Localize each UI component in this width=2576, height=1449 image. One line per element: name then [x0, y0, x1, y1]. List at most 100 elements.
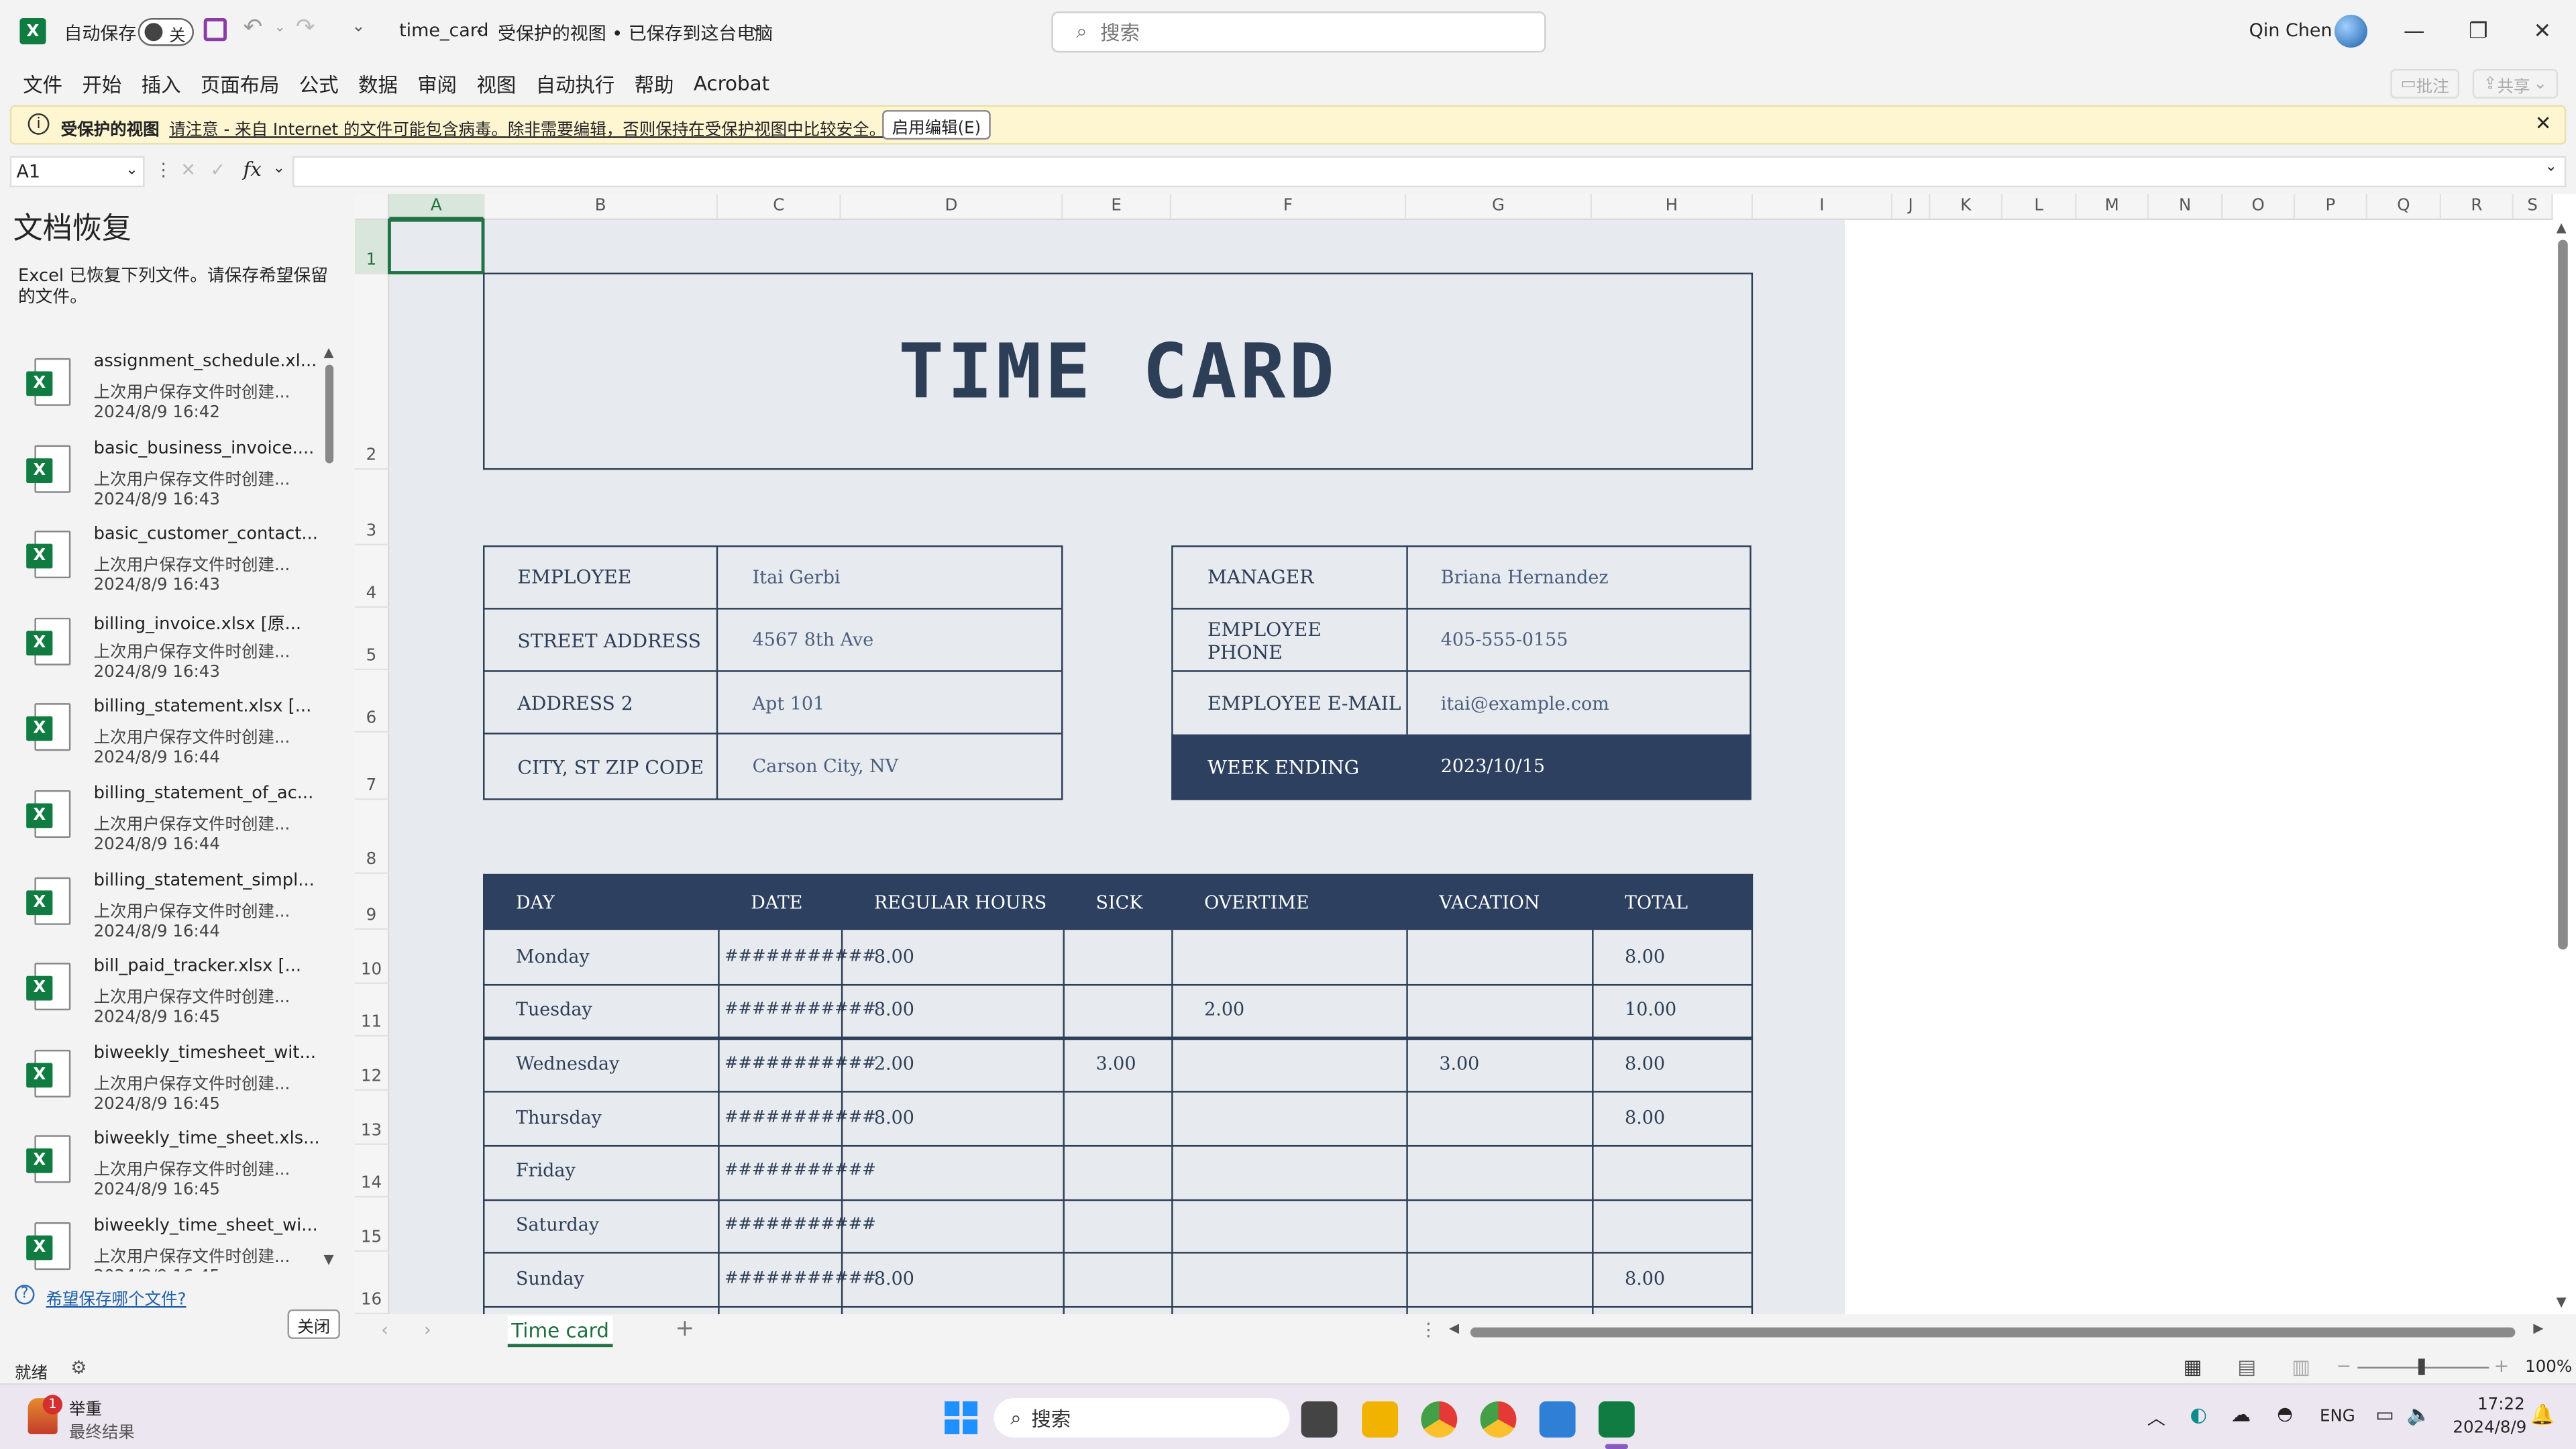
info-value[interactable]: itai@example.com	[1441, 672, 1745, 735]
table-cell[interactable]: 8.00	[874, 983, 914, 1036]
recovery-file-item[interactable]: Xbilling_statement_of_ac... 上次用户保存文件时创建..…	[23, 784, 329, 871]
name-box[interactable]: A1 ⌄	[9, 156, 145, 188]
info-value[interactable]: Briana Hernandez	[1441, 545, 1745, 608]
language-indicator[interactable]: ENG	[2320, 1408, 2355, 1426]
table-cell[interactable]: 3.00	[1095, 1037, 1136, 1089]
zoom-out-icon[interactable]: −	[2336, 1355, 2351, 1377]
table-cell[interactable]: Saturday	[516, 1199, 599, 1251]
table-cell[interactable]: ###########	[724, 1252, 876, 1305]
row-header[interactable]: 16	[354, 1252, 390, 1315]
table-cell[interactable]: Tuesday	[516, 983, 592, 1036]
tab-view[interactable]: 视图	[476, 70, 516, 98]
column-header[interactable]: E	[1063, 193, 1172, 221]
recovery-file-item[interactable]: Xbilling_statement_simpl... 上次用户保存文件时创建..…	[23, 870, 329, 957]
save-icon[interactable]	[203, 17, 227, 42]
edge-icon[interactable]: ◐	[2190, 1403, 2208, 1426]
formula-input[interactable]	[292, 156, 2567, 188]
protected-view-message[interactable]: 请注意 - 来自 Internet 的文件可能包含病毒。除非需要编辑，否则保持在…	[169, 115, 885, 140]
recovery-file-item[interactable]: Xbilling_invoice.xlsx [原... 上次用户保存文件时创建..…	[23, 611, 329, 698]
vscode-icon[interactable]	[1539, 1401, 1576, 1438]
user-name[interactable]: Qin Chen	[2249, 19, 2332, 41]
table-cell[interactable]: Friday	[516, 1144, 576, 1197]
tab-insert[interactable]: 插入	[142, 70, 181, 98]
row-header[interactable]: 9	[354, 873, 390, 930]
info-value[interactable]: 4567 8th Ave	[753, 608, 1057, 671]
info-value[interactable]: Carson City, NV	[753, 735, 1057, 798]
row-header[interactable]: 10	[354, 930, 390, 984]
prev-sheet-icon[interactable]: ‹	[381, 1320, 388, 1341]
recovery-file-item[interactable]: Xbill_paid_tracker.xlsx [... 上次用户保存文件时创建.…	[23, 957, 329, 1044]
tab-formulas[interactable]: 公式	[299, 70, 339, 98]
comments-button[interactable]: ▭ 批注	[2390, 68, 2460, 99]
column-header[interactable]: B	[484, 193, 718, 221]
row-header[interactable]: 15	[354, 1197, 390, 1252]
accessibility-icon[interactable]: ⚙	[70, 1357, 87, 1379]
row-header[interactable]: 13	[354, 1091, 390, 1145]
table-cell[interactable]: ###########	[724, 1199, 876, 1251]
tray-app-icon[interactable]: ◓	[2277, 1403, 2293, 1424]
close-recovery-button[interactable]: 关闭	[287, 1309, 340, 1339]
enter-icon[interactable]: ✓	[210, 160, 225, 181]
info-value[interactable]: 405-555-0155	[1441, 608, 1745, 671]
chevron-up-icon[interactable]: ︿	[2147, 1405, 2165, 1431]
row-header[interactable]: 5	[354, 608, 390, 671]
vertical-scrollbar[interactable]: ▲ ▼	[2553, 220, 2573, 1314]
row-header[interactable]: 2	[354, 274, 390, 470]
row-header[interactable]: 11	[354, 983, 390, 1037]
chrome-profile-icon[interactable]	[1480, 1401, 1517, 1438]
column-header[interactable]: I	[1753, 193, 1893, 221]
table-cell[interactable]: Monday	[516, 930, 590, 982]
table-cell[interactable]: 8.00	[874, 930, 914, 982]
table-cell[interactable]: ###########	[724, 983, 876, 1036]
add-sheet-icon[interactable]: +	[676, 1316, 695, 1342]
tab-file[interactable]: 文件	[23, 70, 62, 98]
table-cell[interactable]: 10.00	[1625, 983, 1676, 1036]
column-header[interactable]: A	[389, 193, 485, 221]
table-cell[interactable]: ###########	[724, 1037, 876, 1089]
column-header[interactable]: G	[1406, 193, 1593, 221]
column-header[interactable]: F	[1171, 193, 1407, 221]
recovery-scrollbar[interactable]: ▲ ▼	[323, 345, 337, 1275]
table-cell[interactable]: ###########	[724, 1091, 876, 1143]
column-header[interactable]: H	[1592, 193, 1754, 221]
row-header[interactable]: 6	[354, 670, 390, 733]
tab-page-layout[interactable]: 页面布局	[201, 70, 280, 98]
recovery-file-item[interactable]: Xbasic_customer_contact... 上次用户保存文件时创建...…	[23, 525, 329, 612]
cancel-icon[interactable]: ✕	[180, 160, 196, 181]
row-header[interactable]: 12	[354, 1036, 390, 1091]
active-cell-a1[interactable]	[387, 218, 485, 274]
table-cell[interactable]: 8.00	[1625, 1252, 1665, 1305]
task-view-icon[interactable]	[1301, 1401, 1338, 1438]
undo-dropdown-icon[interactable]: ⌄	[274, 19, 285, 34]
table-cell[interactable]: 8.00	[874, 1252, 914, 1305]
table-cell[interactable]: 8.00	[874, 1091, 914, 1143]
undo-icon[interactable]: ↶	[243, 15, 262, 41]
table-cell[interactable]: Sunday	[516, 1252, 584, 1305]
chevron-down-icon[interactable]: ⌄	[749, 18, 763, 36]
row-header[interactable]: 8	[354, 800, 390, 874]
page-layout-view-icon[interactable]: ▤	[2238, 1355, 2257, 1378]
page-break-view-icon[interactable]: ▥	[2292, 1355, 2310, 1378]
column-header[interactable]: N	[2149, 193, 2223, 221]
recovery-file-item[interactable]: Xbilling_statement.xlsx [... 上次用户保存文件时创建.…	[23, 697, 329, 784]
info-value[interactable]: Apt 101	[753, 672, 1057, 735]
minimize-icon[interactable]: —	[2382, 0, 2447, 62]
search-box[interactable]: ⌕ 搜索	[1051, 11, 1546, 53]
zoom-in-icon[interactable]: +	[2494, 1355, 2510, 1377]
recovery-file-item[interactable]: Xbasic_business_invoice.... 上次用户保存文件时创建..…	[23, 438, 329, 525]
info-value[interactable]: Itai Gerbi	[753, 545, 1057, 608]
table-cell[interactable]: Thursday	[516, 1091, 602, 1143]
column-header[interactable]: C	[718, 193, 841, 221]
column-header[interactable]: O	[2222, 193, 2296, 221]
customize-toolbar-icon[interactable]: ⌄	[352, 18, 366, 36]
sheet-tab-time-card[interactable]: Time card	[507, 1316, 613, 1348]
recovery-file-item[interactable]: Xbiweekly_time_sheet.xls... 上次用户保存文件时创建..…	[23, 1129, 329, 1216]
next-sheet-icon[interactable]: ›	[424, 1320, 431, 1341]
recovery-file-item[interactable]: Xassignment_schedule.xl... 上次用户保存文件时创建...…	[23, 352, 329, 439]
redo-icon[interactable]: ↷	[296, 15, 315, 41]
tab-data[interactable]: 数据	[358, 70, 398, 98]
tab-acrobat[interactable]: Acrobat	[694, 72, 769, 95]
which-file-help-link[interactable]: 希望保存哪个文件?	[46, 1285, 186, 1309]
column-header[interactable]: K	[1930, 193, 2003, 221]
tab-review[interactable]: 审阅	[417, 70, 457, 98]
